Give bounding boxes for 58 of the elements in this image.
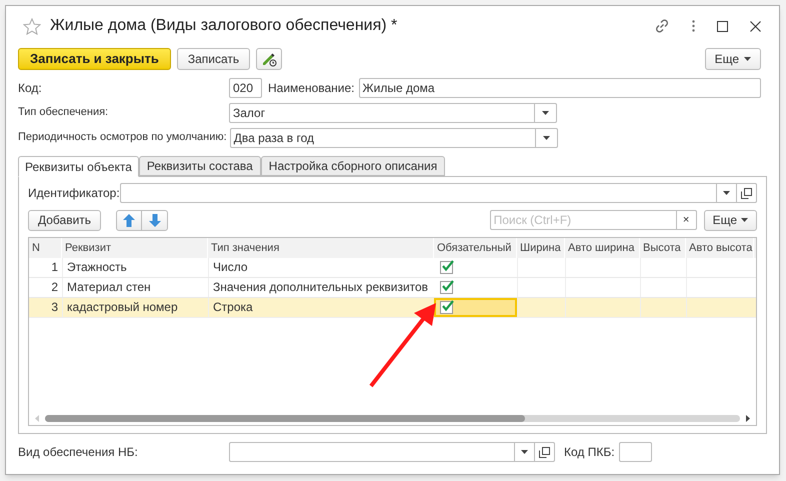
open-icon <box>539 446 550 458</box>
dropdown-caret-icon <box>741 218 748 222</box>
table-cell: кадастровый номер <box>62 298 208 317</box>
identifier-field[interactable] <box>120 183 757 203</box>
open-icon <box>741 188 752 198</box>
save-and-close-button[interactable]: Записать и закрыть <box>18 48 171 70</box>
more-button[interactable]: Еще <box>704 48 761 70</box>
window-title: Жилые дома (Виды залогового обеспечения) * <box>50 16 398 36</box>
up-arrow-icon <box>123 214 136 226</box>
dropdown-caret-icon <box>542 136 550 140</box>
field-label: Тип обеспечения: <box>18 105 110 120</box>
table-cell-text: 2 <box>50 279 59 296</box>
code-field[interactable] <box>618 442 652 462</box>
field-label: Код ПКБ: <box>564 444 615 461</box>
field-label: Код: <box>18 80 43 96</box>
dropdown-field[interactable]: Залог <box>229 102 557 122</box>
dropdown-field[interactable] <box>229 442 555 462</box>
table-cell: Этажность <box>62 258 208 277</box>
add-button[interactable]: Добавить <box>28 210 102 230</box>
scroll-right-icon[interactable] <box>746 414 750 422</box>
maximize-icon[interactable] <box>717 20 728 32</box>
field-label: Периодичность осмотров по умолчанию: <box>18 130 228 146</box>
tab[interactable]: Реквизиты объекта <box>18 156 139 177</box>
dropdown-caret-icon <box>542 110 549 114</box>
star-icon[interactable] <box>23 18 41 34</box>
table-row[interactable]: 3 кадастровый номер Строка <box>29 298 756 318</box>
field-label: Идентификатор: <box>28 185 120 202</box>
edit-history-button[interactable] <box>256 48 282 70</box>
table-row[interactable]: 1 Этажность Число <box>29 258 756 278</box>
close-icon[interactable] <box>750 20 761 32</box>
code-field[interactable]: 020 <box>229 78 262 98</box>
dropdown-caret-icon <box>521 450 528 454</box>
dropdown-caret-icon <box>723 191 730 195</box>
checkbox[interactable] <box>440 261 453 274</box>
save-button[interactable]: Записать <box>176 48 250 70</box>
tab[interactable]: Реквизиты состава <box>138 156 261 176</box>
dropdown-field[interactable]: Два раза в год <box>230 128 558 148</box>
more-button[interactable]: Еще <box>704 210 757 230</box>
name-field[interactable]: Жилые дома <box>358 78 761 98</box>
table-cell: Материал стен <box>62 278 208 297</box>
checkbox[interactable] <box>440 281 453 294</box>
field-label: Вид обеспечения НБ: <box>18 444 139 461</box>
pencil-clock-icon <box>261 51 278 67</box>
table-cell-text: 3 <box>50 299 59 316</box>
field-label: Наименование: <box>268 80 355 96</box>
checkbox[interactable] <box>440 301 453 314</box>
dropdown-caret-icon <box>744 57 751 61</box>
table-row[interactable]: 2 Материал стен Значения дополнительных реквизитов <box>29 278 756 298</box>
search-field[interactable]: Поиск (Ctrl+F) × <box>490 210 697 230</box>
table-cell-text: 1 <box>50 259 59 276</box>
tab[interactable]: Настройка сборного описания <box>260 156 446 176</box>
horizontal-scrollbar[interactable] <box>45 414 740 422</box>
link-icon[interactable] <box>654 18 670 34</box>
clear-search-button[interactable]: × <box>676 211 696 229</box>
table-cell: Значения дополнительных реквизитов <box>208 278 434 297</box>
more-icon[interactable] <box>692 20 695 32</box>
down-arrow-icon <box>148 214 161 226</box>
table-cell: Число <box>208 258 434 277</box>
